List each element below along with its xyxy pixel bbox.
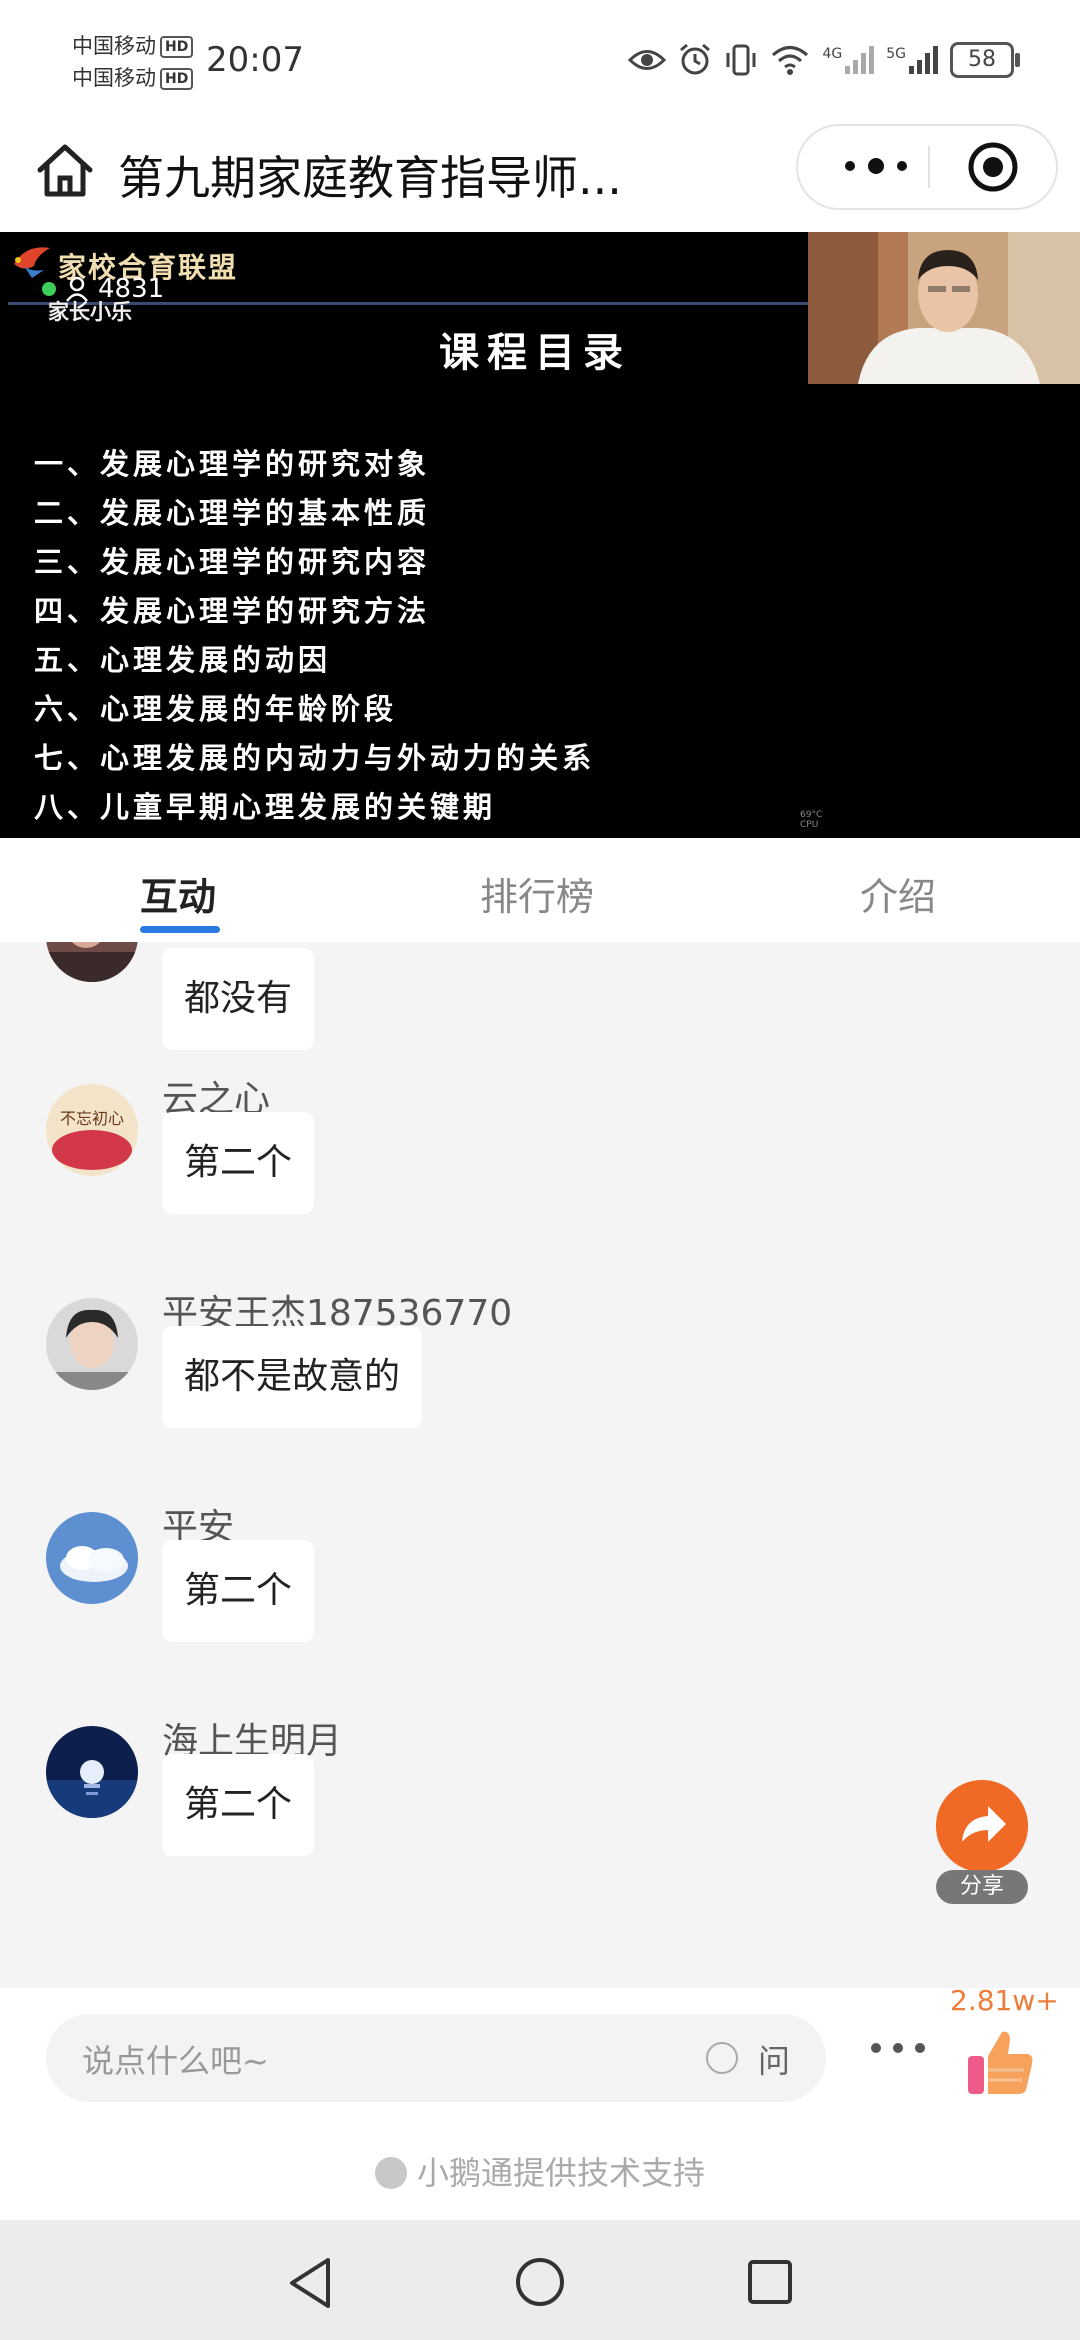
like-count: 2.81w+ [950,1984,1059,2017]
chat-list[interactable]: 宗玉 都没有 不忘初心 云之心 第二个 平安王杰187536770 都不是故意的… [0,942,1080,1988]
toc-item: 五、心理发展的动因 [34,643,332,677]
live-video[interactable]: 家校合育联盟 4831 家长小乐 课程目录 一、发展心理学的研究对象 二、发展心… [0,232,1080,838]
chat-message: 海上生明月 第二个 [0,1712,1080,1912]
close-target-icon[interactable] [966,140,1020,194]
presenter-video[interactable] [808,232,1080,384]
avatar[interactable]: 不忘初心 [46,1084,138,1176]
carrier-name-1: 中国移动 [72,34,156,58]
thumbs-up-icon[interactable] [964,2026,1036,2098]
signal-5g-icon: 5G [886,46,938,74]
avatar[interactable] [46,942,138,982]
chat-message: 宗玉 都没有 [0,942,1080,1086]
message-bubble: 第二个 [162,1112,315,1214]
page-title: 第九期家庭教育指导师... [118,151,622,205]
live-dot [42,282,56,296]
avatar[interactable] [46,1726,138,1818]
message-bubble: 都不是故意的 [162,1326,423,1428]
system-nav-bar [0,2220,1080,2340]
alarm-icon [680,43,711,75]
carrier-info: 中国移动 HD 中国移动 HD [72,30,194,94]
signal-4g-icon: 4G [822,46,875,74]
tab-interaction[interactable]: 互动 [140,866,216,921]
recent-apps-icon[interactable] [746,2258,794,2306]
clock: 20:07 [206,40,304,80]
input-bar: 说点什么吧~ 问 2.81w+ 小鹅通提供技术支持 [0,1984,1080,2220]
eye-icon [628,50,667,70]
cpu-watermark: 69°C CPU [800,810,822,830]
title-bar: 第九期家庭教育指导师... [0,118,1080,232]
carrier-name-2: 中国移动 [72,66,156,90]
ask-radio[interactable] [706,2042,738,2074]
home-nav-icon[interactable] [514,2256,566,2308]
chat-message: 平安 第二个 [0,1498,1080,1698]
tab-ranking[interactable]: 排行榜 [480,866,594,921]
net-5g-label: 5G [886,46,906,62]
back-icon[interactable] [286,2256,336,2310]
hd-badge: HD [160,68,194,90]
cpu-temp: 69°C [800,810,823,820]
comment-placeholder: 说点什么吧~ [82,2042,269,2080]
vibrate-icon [726,44,756,76]
avatar[interactable] [46,1298,138,1390]
status-bar: 中国移动 HD 中国移动 HD 20:07 4G 5G 58 [0,0,1080,118]
more-options-icon[interactable] [868,2040,928,2056]
mini-program-capsule [796,124,1058,210]
more-icon[interactable] [838,146,914,186]
capsule-divider [928,146,930,188]
message-bubble: 第二个 [162,1754,315,1856]
active-tab-indicator [140,926,220,933]
message-bubble: 都没有 [162,948,315,1050]
tab-bar: 互动 排行榜 介绍 [0,838,1080,942]
toc-item: 二、发展心理学的基本性质 [34,496,431,530]
comment-input[interactable]: 说点什么吧~ 问 [46,2014,826,2102]
cpu-label: CPU [800,820,819,830]
share-label[interactable]: 分享 [936,1870,1028,1904]
powered-by-text: 小鹅通提供技术支持 [416,2154,705,2192]
svg-text:不忘初心: 不忘初心 [60,1109,124,1128]
chat-message: 不忘初心 云之心 第二个 [0,1070,1080,1270]
share-button[interactable] [936,1780,1028,1872]
hd-badge: HD [160,36,194,58]
ask-label[interactable]: 问 [758,2036,790,2082]
xiaoe-logo-icon [374,2157,407,2189]
slide-toc: 一、发展心理学的研究对象 二、发展心理学的基本性质 三、发展心理学的研究内容 四… [34,440,595,832]
toc-item: 一、发展心理学的研究对象 [34,447,431,481]
toc-item: 四、发展心理学的研究方法 [34,594,431,628]
chat-message: 平安王杰187536770 都不是故意的 [0,1284,1080,1484]
toc-item: 八、儿童早期心理发展的关键期 [34,790,497,824]
status-icons: 4G 5G 58 [628,40,1020,80]
net-4g-label: 4G [822,46,843,62]
message-bubble: 第二个 [162,1540,315,1642]
battery-icon: 58 [950,42,1020,78]
toc-item: 七、心理发展的内动力与外动力的关系 [34,741,596,775]
wifi-icon [772,46,809,75]
powered-by: 小鹅通提供技术支持 [0,2148,1080,2194]
tab-intro[interactable]: 介绍 [860,866,936,921]
avatar[interactable] [46,1512,138,1604]
toc-item: 三、发展心理学的研究内容 [34,545,431,579]
home-icon[interactable] [32,138,98,204]
toc-item: 六、心理发展的年龄阶段 [34,692,398,726]
